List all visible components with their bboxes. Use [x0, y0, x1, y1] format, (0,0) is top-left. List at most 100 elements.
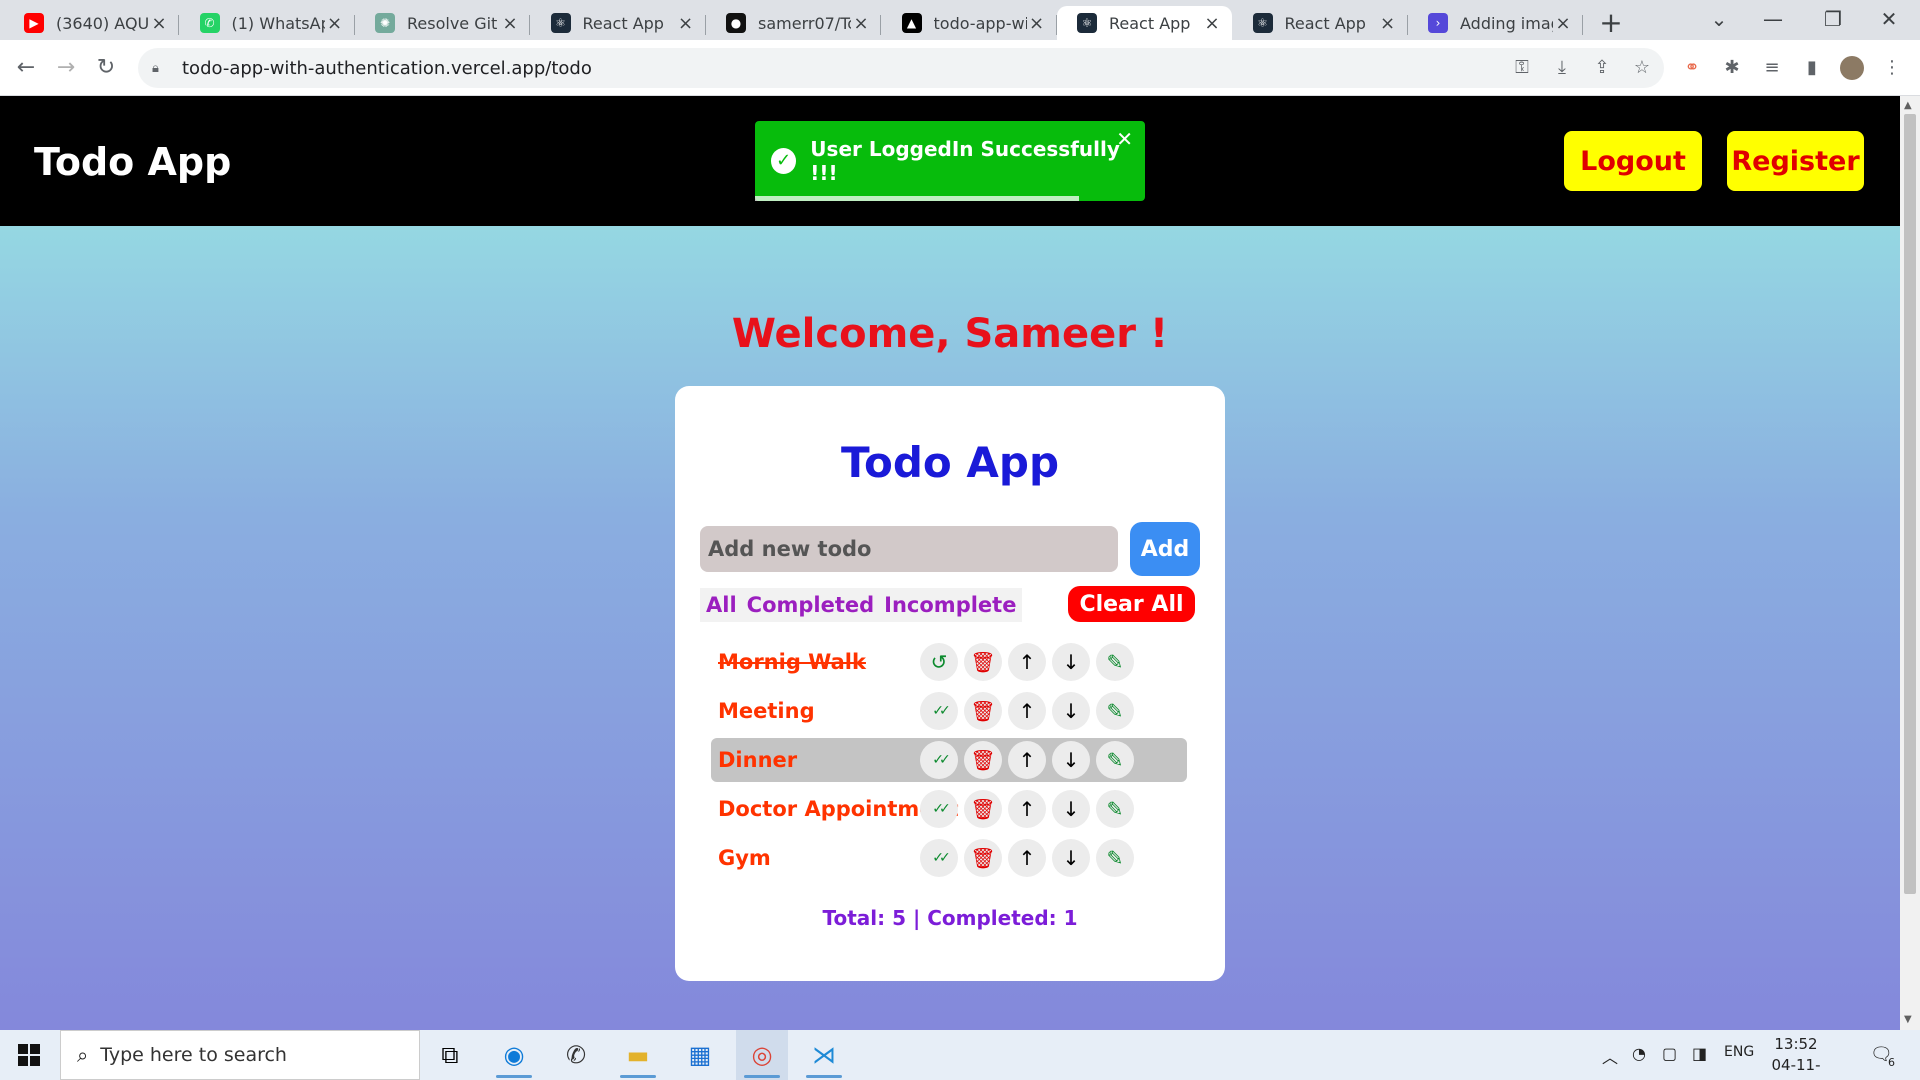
bookmark-star-icon[interactable]: ☆ [1630, 56, 1654, 80]
browser-tab[interactable]: ✆ (1) WhatsApp× [180, 6, 355, 40]
windows-start-button[interactable] [0, 1030, 58, 1080]
trash-icon[interactable]: 🗑︎ [964, 643, 1002, 681]
store-icon[interactable]: ▦ [674, 1030, 726, 1080]
restore-button[interactable]: ❐ [1810, 2, 1856, 36]
forward-button[interactable]: → [48, 50, 84, 86]
task-view-icon[interactable]: ⧉ [424, 1030, 476, 1080]
arrow-up-icon[interactable]: ↑ [1008, 643, 1046, 681]
browser-tab[interactable]: ● samerr07/Tod× [706, 6, 881, 40]
volume-icon[interactable]: ◨ [1692, 1044, 1707, 1063]
arrow-up-icon[interactable]: ↑ [1008, 741, 1046, 779]
brand-title[interactable]: Todo App [34, 140, 231, 184]
key-icon[interactable]: ⚿ [1510, 56, 1534, 80]
page-scrollbar[interactable]: ▲ ▼ [1900, 96, 1920, 1030]
extension-icon[interactable]: ⚭ [1680, 56, 1704, 80]
todo-item[interactable]: Mornig Walk ↺ 🗑︎ ↑ ↓ ✎ [711, 640, 1187, 684]
close-window-button[interactable]: ✕ [1866, 2, 1912, 36]
arrow-down-icon[interactable]: ↓ [1052, 790, 1090, 828]
minimize-button[interactable]: — [1750, 2, 1796, 36]
language-indicator[interactable]: ENG [1724, 1044, 1754, 1060]
reload-button[interactable]: ↻ [88, 50, 124, 86]
double-check-icon[interactable]: ✓✓ [920, 692, 958, 730]
success-toast[interactable]: ✓ User LoggedIn Successfully !!! ✕ [755, 121, 1145, 201]
tab-search-icon[interactable]: ⌄ [1696, 2, 1742, 36]
edit-pencil-icon[interactable]: ✎ [1096, 643, 1134, 681]
toast-message: User LoggedIn Successfully !!! [810, 137, 1120, 185]
arrow-down-icon[interactable]: ↓ [1052, 692, 1090, 730]
welcome-heading: Welcome, Sameer ! [731, 311, 1169, 357]
edge-icon[interactable]: ◉ [488, 1030, 540, 1080]
toast-close-icon[interactable]: ✕ [1116, 127, 1133, 151]
install-icon[interactable]: ⤓ [1550, 56, 1574, 80]
vscode-icon[interactable]: ⋊ [798, 1030, 850, 1080]
arrow-up-icon[interactable]: ↑ [1008, 692, 1046, 730]
tab-close-icon[interactable]: × [325, 13, 345, 34]
filter-incomplete[interactable]: Incomplete [884, 593, 1016, 617]
scrollbar-thumb[interactable] [1904, 114, 1916, 894]
edit-pencil-icon[interactable]: ✎ [1096, 692, 1134, 730]
todo-item[interactable]: Gym ✓✓ 🗑︎ ↑ ↓ ✎ [711, 836, 1187, 880]
double-check-icon[interactable]: ✓✓ [920, 790, 958, 828]
scroll-up-arrow[interactable]: ▲ [1904, 100, 1912, 111]
chrome-menu-icon[interactable]: ⋮ [1880, 56, 1904, 80]
clear-all-button[interactable]: Clear All [1068, 586, 1195, 622]
camera-icon[interactable]: ▢ [1662, 1044, 1677, 1063]
register-button[interactable]: Register [1727, 131, 1864, 191]
side-panel-icon[interactable]: ▮ [1800, 56, 1824, 80]
back-button[interactable]: ← [8, 50, 44, 86]
tab-close-icon[interactable]: × [1027, 13, 1047, 34]
show-hidden-icons-chevron[interactable]: ︿ [1602, 1044, 1618, 1068]
chrome-icon[interactable]: ◎ [736, 1030, 788, 1080]
todo-item[interactable]: Doctor Appointment ✓✓ 🗑︎ ↑ ↓ ✎ [711, 787, 1187, 831]
browser-tab[interactable]: › Adding imag × [1408, 6, 1583, 40]
browser-tab[interactable]: ⚛ React App × [1233, 6, 1408, 40]
new-tab-button[interactable]: + [1596, 6, 1626, 39]
todo-item[interactable]: Meeting ✓✓ 🗑︎ ↑ ↓ ✎ [711, 689, 1187, 733]
profile-avatar[interactable] [1840, 56, 1864, 80]
extensions-puzzle-icon[interactable]: ✱ [1720, 56, 1744, 80]
todo-text: Gym [718, 846, 771, 870]
trash-icon[interactable]: 🗑︎ [964, 692, 1002, 730]
double-check-icon[interactable]: ✓✓ [920, 741, 958, 779]
arrow-up-icon[interactable]: ↑ [1008, 790, 1046, 828]
scroll-down-arrow[interactable]: ▼ [1904, 1014, 1912, 1025]
arrow-down-icon[interactable]: ↓ [1052, 741, 1090, 779]
browser-tab[interactable]: ▶ (3640) AQUA× [4, 6, 179, 40]
trash-icon[interactable]: 🗑︎ [964, 790, 1002, 828]
taskbar-search-box[interactable]: ⌕ Type here to search [60, 1030, 420, 1080]
taskbar-clock[interactable]: 13:52 04-11-2023 [1756, 1034, 1836, 1080]
edit-pencil-icon[interactable]: ✎ [1096, 839, 1134, 877]
todo-item[interactable]: Dinner ✓✓ 🗑︎ ↑ ↓ ✎ [711, 738, 1187, 782]
trash-icon[interactable]: 🗑︎ [964, 741, 1002, 779]
double-check-icon[interactable]: ✓✓ [920, 839, 958, 877]
arrow-down-icon[interactable]: ↓ [1052, 643, 1090, 681]
network-icon[interactable]: ◔ [1632, 1044, 1646, 1063]
filter-all[interactable]: All [706, 593, 737, 617]
tab-close-icon[interactable]: × [149, 13, 169, 34]
arrow-up-icon[interactable]: ↑ [1008, 839, 1046, 877]
edit-pencil-icon[interactable]: ✎ [1096, 741, 1134, 779]
tab-close-icon[interactable]: × [1378, 13, 1398, 34]
tab-close-icon[interactable]: × [1202, 13, 1222, 34]
share-icon[interactable]: ⇪ [1590, 56, 1614, 80]
filter-completed[interactable]: Completed [747, 593, 875, 617]
tab-close-icon[interactable]: × [851, 13, 871, 34]
logout-button[interactable]: Logout [1564, 131, 1702, 191]
tab-close-icon[interactable]: × [676, 13, 696, 34]
add-button[interactable]: Add [1130, 522, 1200, 576]
whatsapp-icon[interactable]: ✆ [550, 1030, 602, 1080]
new-todo-input[interactable] [700, 526, 1118, 572]
file-explorer-icon[interactable]: ▬ [612, 1030, 664, 1080]
browser-tab[interactable]: ✺ Resolve Git P× [355, 6, 530, 40]
arrow-down-icon[interactable]: ↓ [1052, 839, 1090, 877]
browser-tab[interactable]: ▲ todo-app-wit × [882, 6, 1057, 40]
address-bar[interactable]: 🔒︎ todo-app-with-authentication.vercel.a… [138, 48, 1664, 88]
undo-icon[interactable]: ↺ [920, 643, 958, 681]
tab-close-icon[interactable]: × [500, 13, 520, 34]
browser-tab[interactable]: ⚛ React App × [1057, 6, 1232, 40]
tab-close-icon[interactable]: × [1553, 13, 1573, 34]
trash-icon[interactable]: 🗑︎ [964, 839, 1002, 877]
browser-tab[interactable]: ⚛ React App × [531, 6, 706, 40]
edit-pencil-icon[interactable]: ✎ [1096, 790, 1134, 828]
reading-list-icon[interactable]: ≡ [1760, 56, 1784, 80]
